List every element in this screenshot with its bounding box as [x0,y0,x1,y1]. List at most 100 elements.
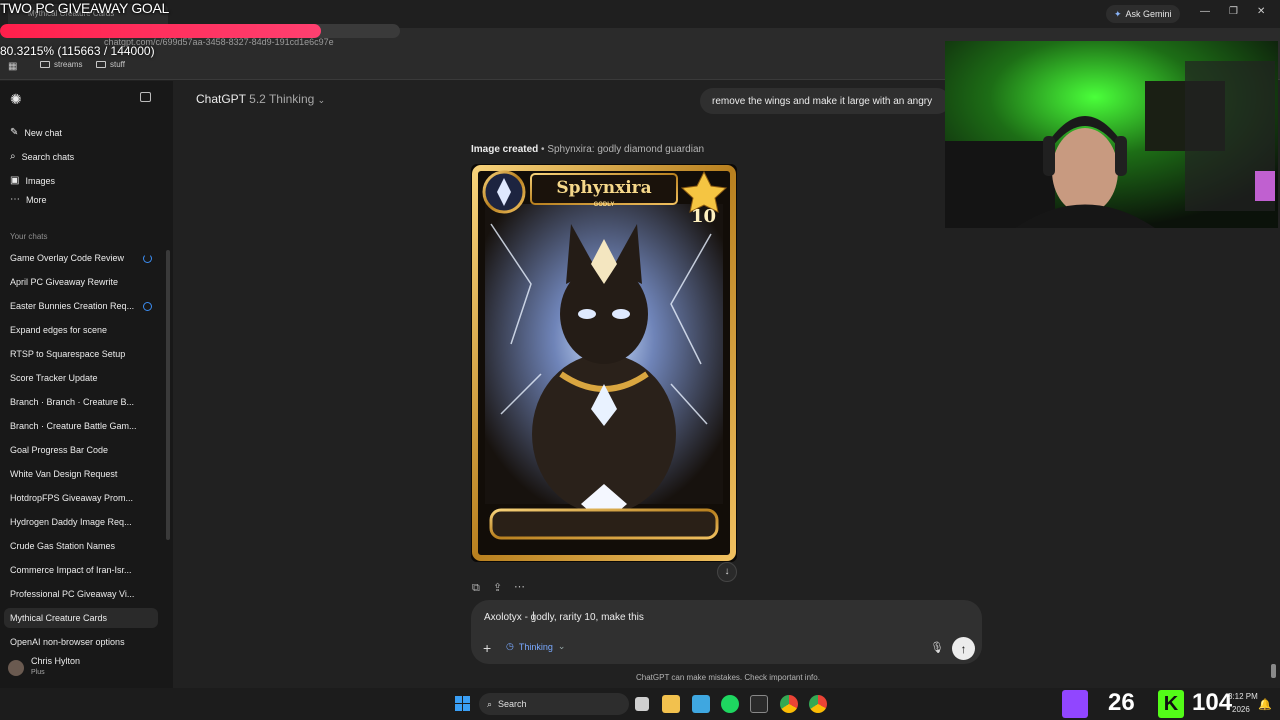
chat-item[interactable]: Easter Bunnies Creation Req... [10,301,134,311]
sidebar-toggle-icon[interactable] [140,92,151,102]
user-message-bubble: remove the wings and make it large with … [700,88,950,114]
chat-item[interactable]: Goal Progress Bar Code [10,445,108,455]
chat-item[interactable]: Branch · Branch · Creature B... [10,397,134,407]
folder-icon [96,61,106,68]
unread-dot-icon [143,302,152,311]
user-message-text: remove the wings and make it large with … [712,95,933,107]
search-chats-label: Search chats [21,151,75,162]
chat-item[interactable]: Professional PC Giveaway Vi... [10,589,134,599]
ask-gemini-label: Ask Gemini [1125,9,1172,19]
bookmark-label: streams [54,60,83,69]
share-icon[interactable]: ⇪ [493,581,502,594]
openai-logo-icon[interactable]: ✺ [10,91,22,108]
clock-date: 2026 [1232,705,1250,714]
chat-item[interactable]: RTSP to Squarespace Setup [10,349,125,359]
apps-icon[interactable]: ▦ [8,61,17,72]
goal-progress-text: 80.3215% (115663 / 144000) [0,44,155,58]
webcam-feed-image [945,41,1278,228]
goal-progress-bar [0,24,400,38]
goal-title: TWO PC GIVEAWAY GOAL [0,0,170,16]
chat-item[interactable]: Commerce Impact of Iran-Isr... [10,565,132,575]
minimize-icon[interactable]: — [1200,6,1210,17]
close-icon[interactable]: ✕ [1257,6,1265,17]
model-selector[interactable]: ChatGPT 5.2 Thinking ⌄ [196,92,325,106]
goal-progress-fill [0,24,322,38]
image-caption: Image created • Sphynxira: godly diamond… [471,144,704,155]
image-caption-title: • Sphynxira: godly diamond guardian [538,144,705,155]
folder-icon [40,61,50,68]
compose-icon: ✎ [10,127,19,138]
more-button[interactable]: ⋯ More [10,194,47,205]
send-button[interactable]: ↑ [952,637,975,660]
task-view-icon[interactable] [635,697,649,711]
page-scrollbar[interactable] [1271,664,1276,678]
bookmark-label: stuff [110,60,125,69]
chrome-profile-icon[interactable] [809,695,827,713]
ask-gemini-button[interactable]: ✦ Ask Gemini [1106,5,1180,23]
add-attachment-icon[interactable]: + [483,640,491,656]
avatar [8,660,24,676]
chat-item[interactable]: Expand edges for scene [10,325,107,335]
chat-item[interactable]: Game Overlay Code Review [10,253,124,263]
search-chats-button[interactable]: ⌕ Search chats [10,151,74,162]
file-explorer-icon[interactable] [662,695,680,713]
composer [471,600,982,664]
new-chat-button[interactable]: ✎ New chat [10,127,62,138]
chevron-down-icon: ⌄ [317,95,326,105]
bookmark-stuff[interactable]: stuff [96,60,125,69]
search-icon: ⌕ [487,698,493,709]
chat-item[interactable]: OpenAI non-browser options [10,637,125,647]
generated-card-image[interactable]: Sphynxira GODLY 10 [471,164,737,562]
spotify-icon[interactable] [721,695,739,713]
section-label-your-chats: Your chats [10,232,48,241]
chevron-down-icon: ⌄ [557,641,566,651]
chat-item[interactable]: Score Tracker Update [10,373,98,383]
prompt-input[interactable]: Axolotyx - godly, rarity 10, make this [484,612,644,623]
taskbar-search-label: Search [498,699,527,709]
chat-item[interactable]: April PC Giveaway Rewrite [10,277,118,287]
restore-icon[interactable]: ❐ [1229,6,1238,17]
chrome-icon[interactable] [780,695,798,713]
search-icon: ⌕ [10,151,16,162]
notepad-icon[interactable] [692,695,710,713]
thinking-mode-button[interactable]: ◷ Thinking ⌄ [506,641,565,652]
windows-start-icon[interactable] [455,696,470,711]
microphone-icon[interactable]: 🎙 [930,641,944,654]
taskbar-search[interactable]: ⌕ Search [479,693,629,715]
images-icon: ▣ [10,175,20,186]
chat-item[interactable]: White Van Design Request [10,469,117,479]
clock-icon: ◷ [506,641,514,651]
chat-item-active[interactable]: Mythical Creature Cards [10,613,107,623]
images-label: Images [25,175,55,186]
kick-icon: K [1158,690,1184,718]
model-version: 5.2 Thinking [249,92,315,106]
chat-item[interactable]: HotdropFPS Giveaway Prom... [10,493,133,503]
scroll-down-button[interactable]: ↓ [717,562,737,582]
kick-viewer-count: 104 [1192,689,1233,716]
notification-bell-icon[interactable]: 🔔 [1258,698,1272,711]
image-created-label: Image created [471,144,539,155]
arrow-up-icon: ↑ [960,641,967,656]
thinking-mode-label: Thinking [518,641,553,652]
copy-icon[interactable]: ⧉ [472,582,480,595]
more-options-icon[interactable]: ⋯ [514,580,525,593]
user-name: Chris Hylton [31,656,81,666]
model-name: ChatGPT [196,92,246,106]
loading-spinner-icon [143,254,152,263]
bookmark-streams[interactable]: streams [40,60,82,69]
new-chat-label: New chat [24,127,62,138]
images-button[interactable]: ▣ Images [10,175,55,186]
chat-item[interactable]: Crude Gas Station Names [10,541,115,551]
chat-item[interactable]: Hydrogen Daddy Image Req... [10,517,132,527]
sidebar-scrollbar[interactable] [166,250,170,540]
user-profile[interactable]: Chris Hylton Plus [8,656,158,680]
sparkle-icon: ✦ [1114,8,1122,19]
card-name: Sphynxira [556,178,652,198]
hwinfo-icon[interactable] [750,695,768,713]
user-plan: Plus [31,669,45,676]
webcam-overlay [945,41,1278,228]
clock-time: 3:12 PM [1228,692,1258,701]
more-label: More [26,194,47,205]
chat-item[interactable]: Branch · Creature Battle Gam... [10,421,137,431]
more-icon: ⋯ [10,194,20,205]
